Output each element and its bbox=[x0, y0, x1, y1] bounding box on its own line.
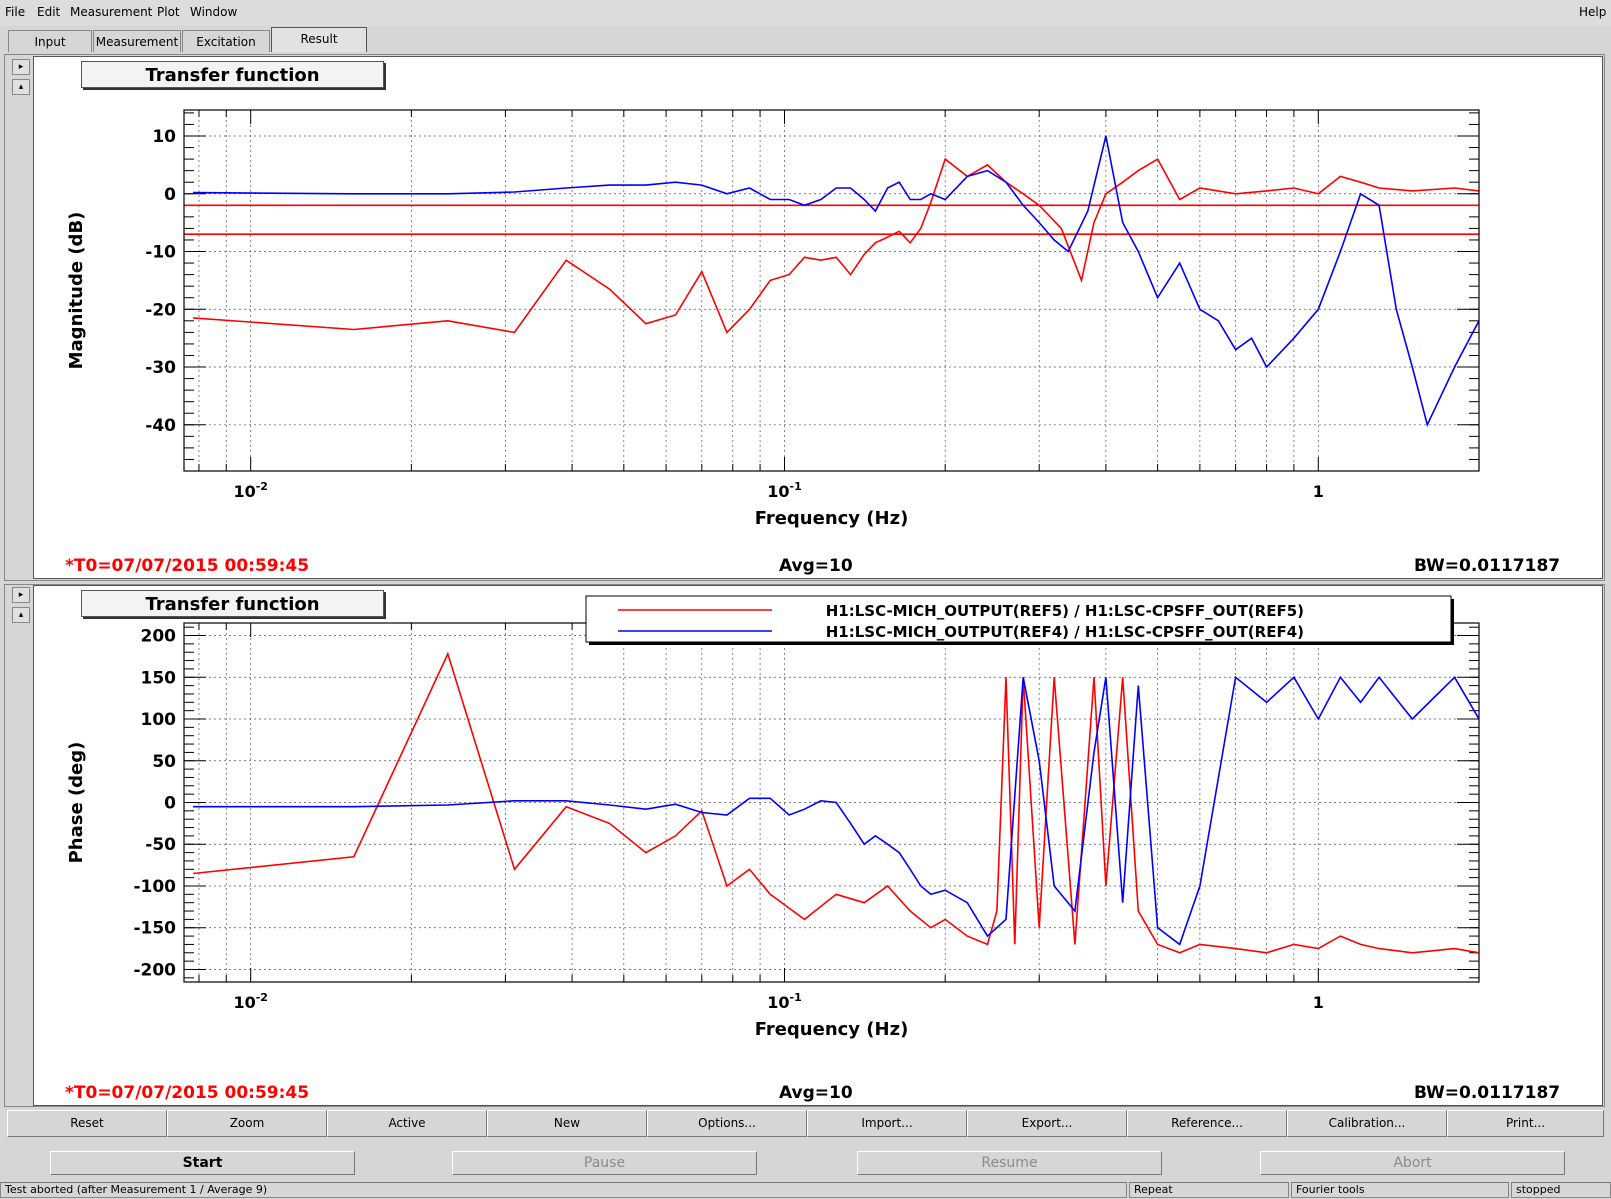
expand-arrow-icon[interactable]: ▸ bbox=[12, 59, 30, 75]
y-tick-label: -50 bbox=[145, 835, 176, 855]
x-tick-label: 10-2 bbox=[233, 480, 268, 501]
plot-toolbar: Reset Zoom Active New Options... Import.… bbox=[7, 1110, 1604, 1137]
status-bar: Test aborted (after Measurement 1 / Aver… bbox=[0, 1181, 1611, 1199]
y-tick-label: -30 bbox=[145, 358, 176, 378]
resume-button[interactable]: Resume bbox=[857, 1151, 1162, 1175]
menu-help[interactable]: Help bbox=[1579, 5, 1606, 19]
menu-bar: File Edit Measurement Plot Window Help bbox=[0, 0, 1611, 26]
y-axis-title: Phase (deg) bbox=[66, 742, 87, 864]
expand-arrow-icon[interactable]: ▸ bbox=[12, 587, 30, 603]
y-tick-label: -100 bbox=[133, 877, 176, 897]
y-tick-label: -150 bbox=[133, 919, 176, 939]
pause-button[interactable]: Pause bbox=[452, 1151, 757, 1175]
result-panel-2: ▸ ▴ Transfer function 200 150 100 50 0 -50 -10… bbox=[4, 584, 1605, 1107]
x-axis-title: Frequency (Hz) bbox=[755, 1019, 909, 1040]
bandwidth-label: BW=0.0117187 bbox=[1414, 1083, 1561, 1103]
calibration-button[interactable]: Calibration... bbox=[1287, 1110, 1447, 1137]
tab-excitation[interactable]: Excitation bbox=[182, 30, 270, 52]
y-tick-label: 0 bbox=[164, 794, 176, 814]
x-tick-label: 1 bbox=[1313, 482, 1324, 501]
y-tick-label: -40 bbox=[145, 416, 176, 436]
y-tick-label: 50 bbox=[152, 752, 176, 772]
tab-measurement[interactable]: Measurement bbox=[93, 30, 181, 52]
active-button[interactable]: Active bbox=[327, 1110, 487, 1137]
series-line-ref4 bbox=[193, 675, 1479, 946]
grid-lines bbox=[184, 110, 1480, 471]
tab-result[interactable]: Result bbox=[271, 27, 367, 52]
x-tick-label: 10-1 bbox=[767, 991, 802, 1012]
menu-window[interactable]: Window bbox=[190, 5, 237, 19]
plot-frame bbox=[183, 109, 1480, 472]
options-button[interactable]: Options... bbox=[647, 1110, 807, 1137]
y-tick-label: -20 bbox=[145, 300, 176, 320]
start-button[interactable]: Start bbox=[50, 1151, 355, 1175]
averages-label: Avg=10 bbox=[779, 556, 853, 576]
collapse-arrow-icon[interactable]: ▴ bbox=[12, 607, 30, 623]
menu-edit[interactable]: Edit bbox=[37, 5, 60, 19]
reference-button[interactable]: Reference... bbox=[1127, 1110, 1287, 1137]
menu-measurement[interactable]: Measurement bbox=[70, 5, 152, 19]
print-button[interactable]: Print... bbox=[1447, 1110, 1604, 1137]
phase-chart: 200 150 100 50 0 -50 -100 -150 -200 10-2 10-1 1 Freq… bbox=[66, 595, 1480, 1040]
x-axis-title: Frequency (Hz) bbox=[755, 508, 909, 529]
legend: H1:LSC-MICH_OUTPUT(REF5) / H1:LSC-CPSFF_… bbox=[585, 595, 1454, 645]
reset-button[interactable]: Reset bbox=[7, 1110, 167, 1137]
x-tick-label: 1 bbox=[1313, 993, 1324, 1012]
status-message: Test aborted (after Measurement 1 / Aver… bbox=[0, 1182, 1127, 1198]
phase-plot-pad[interactable]: Transfer function 200 150 100 50 0 -50 -100 -15… bbox=[33, 585, 1603, 1106]
averages-label: Avg=10 bbox=[779, 1083, 853, 1103]
abort-button[interactable]: Abort bbox=[1260, 1151, 1565, 1175]
tab-input[interactable]: Input bbox=[8, 30, 92, 52]
y-tick-label: 100 bbox=[141, 710, 177, 730]
x-tick-label: 10-1 bbox=[767, 480, 802, 501]
menu-plot[interactable]: Plot bbox=[157, 5, 180, 19]
bandwidth-label: BW=0.0117187 bbox=[1414, 556, 1561, 576]
legend-entry: H1:LSC-MICH_OUTPUT(REF4) / H1:LSC-CPSFF_… bbox=[826, 623, 1304, 641]
result-panel: ▸ ▴ Transfer function 10 0 -10 -20 -30 -40 10-… bbox=[4, 54, 1605, 581]
y-tick-label: 0 bbox=[164, 185, 176, 205]
status-fourier-tools: Fourier tools bbox=[1291, 1182, 1509, 1198]
y-tick-label: -10 bbox=[145, 243, 176, 263]
x-tick-label: 10-2 bbox=[233, 991, 268, 1012]
menu-file[interactable]: File bbox=[5, 5, 25, 19]
import-button[interactable]: Import... bbox=[807, 1110, 967, 1137]
y-tick-label: 200 bbox=[141, 627, 177, 647]
collapse-arrow-icon[interactable]: ▴ bbox=[12, 79, 30, 95]
timestamp-label: *T0=07/07/2015 00:59:45 bbox=[65, 1083, 310, 1103]
series-line-ref4 bbox=[193, 135, 1479, 428]
magnitude-chart: 10 0 -10 -20 -30 -40 10-2 10-1 1 Frequency (Hz) Ma… bbox=[66, 109, 1480, 529]
y-tick-label: 150 bbox=[141, 668, 177, 688]
y-tick-label: -200 bbox=[133, 960, 176, 980]
timestamp-label: *T0=07/07/2015 00:59:45 bbox=[65, 556, 310, 576]
y-tick-label: 10 bbox=[152, 127, 176, 147]
zoom-button[interactable]: Zoom bbox=[167, 1110, 327, 1137]
y-axis-title: Magnitude (dB) bbox=[66, 212, 87, 370]
new-button[interactable]: New bbox=[487, 1110, 647, 1137]
export-button[interactable]: Export... bbox=[967, 1110, 1127, 1137]
status-state: stopped bbox=[1511, 1182, 1611, 1198]
magnitude-plot-pad[interactable]: Transfer function 10 0 -10 -20 -30 -40 10-2 10-… bbox=[33, 56, 1603, 579]
legend-entry: H1:LSC-MICH_OUTPUT(REF5) / H1:LSC-CPSFF_… bbox=[826, 602, 1304, 620]
series-line-ref5 bbox=[193, 157, 1479, 334]
status-repeat: Repeat bbox=[1129, 1182, 1289, 1198]
